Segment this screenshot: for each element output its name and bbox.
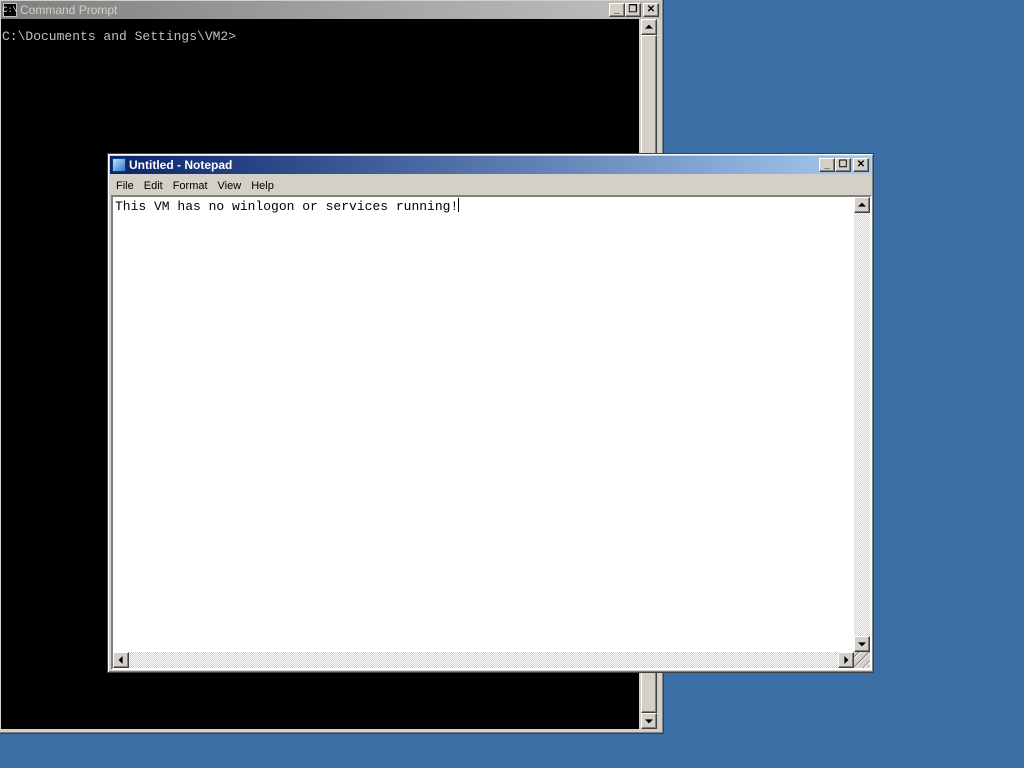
notepad-icon <box>112 158 126 172</box>
command-prompt-line: C:\Documents and Settings\VM2> <box>2 29 237 44</box>
command-prompt-titlebar[interactable]: C:\ Command Prompt _ ❐ ✕ <box>1 1 661 19</box>
notepad-minimize-button[interactable]: _ <box>819 158 835 172</box>
notepad-scroll-up-button[interactable] <box>854 197 870 213</box>
notepad-text: This VM has no winlogon or services runn… <box>115 199 459 214</box>
notepad-vertical-scrollbar[interactable] <box>854 197 870 652</box>
cmd-minimize-button[interactable]: _ <box>609 3 625 17</box>
cmd-scroll-up-button[interactable] <box>641 19 657 35</box>
scroll-down-icon <box>858 642 866 647</box>
command-prompt-icon: C:\ <box>3 3 17 17</box>
cmd-scroll-down-button[interactable] <box>641 713 657 729</box>
text-caret <box>458 198 460 212</box>
menu-view[interactable]: View <box>213 180 247 192</box>
scroll-down-icon <box>645 719 653 724</box>
menu-edit[interactable]: Edit <box>139 180 168 192</box>
notepad-titlebar[interactable]: Untitled - Notepad _ ☐ ✕ <box>110 156 871 174</box>
resize-grip[interactable] <box>854 652 870 668</box>
notepad-window[interactable]: Untitled - Notepad _ ☐ ✕ File Edit Forma… <box>107 153 874 673</box>
notepad-close-button[interactable]: ✕ <box>853 158 869 172</box>
command-prompt-title: Command Prompt <box>20 3 118 17</box>
notepad-title: Untitled - Notepad <box>129 158 233 172</box>
notepad-maximize-button[interactable]: ☐ <box>835 158 851 172</box>
notepad-scroll-left-button[interactable] <box>113 652 129 668</box>
notepad-scroll-right-button[interactable] <box>838 652 854 668</box>
menu-format[interactable]: Format <box>168 180 213 192</box>
menu-file[interactable]: File <box>111 180 139 192</box>
notepad-text-content[interactable]: This VM has no winlogon or services runn… <box>115 198 852 214</box>
scroll-up-icon <box>858 202 866 207</box>
desktop: C:\ Command Prompt _ ❐ ✕ C:\Documents an… <box>0 0 1024 768</box>
notepad-menubar: File Edit Format View Help <box>111 177 279 195</box>
cmd-close-button[interactable]: ✕ <box>643 3 659 17</box>
notepad-edit-area[interactable]: This VM has no winlogon or services runn… <box>111 195 872 670</box>
notepad-scroll-down-button[interactable] <box>854 636 870 652</box>
scroll-left-icon <box>118 656 123 664</box>
notepad-horizontal-scrollbar[interactable] <box>113 652 854 668</box>
cmd-restore-button[interactable]: ❐ <box>625 3 641 17</box>
scroll-up-icon <box>645 24 653 29</box>
scroll-right-icon <box>844 656 849 664</box>
menu-help[interactable]: Help <box>246 180 279 192</box>
